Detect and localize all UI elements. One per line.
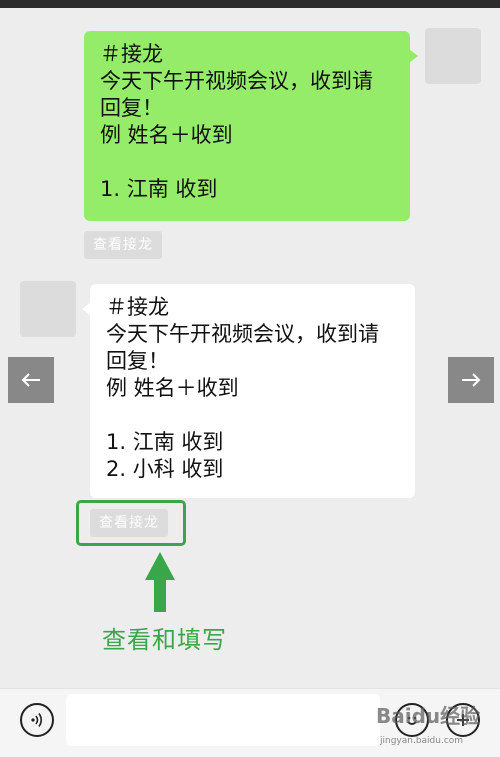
arrow-up-icon xyxy=(145,552,175,580)
sender-avatar[interactable] xyxy=(425,28,481,84)
voice-icon xyxy=(31,713,43,727)
callout-label: 查看和填写 xyxy=(102,626,227,654)
highlight-box xyxy=(76,500,186,546)
message-line: ＃接龙 xyxy=(106,295,169,319)
next-image-button[interactable] xyxy=(448,357,494,403)
message-input[interactable] xyxy=(66,694,380,746)
watermark-logo: Baidu经验 xyxy=(376,704,481,728)
message-line: 今天下午开视频会议，收到请 xyxy=(100,69,373,93)
contact-avatar[interactable] xyxy=(20,281,76,337)
message-line: 2. 小科 收到 xyxy=(106,457,224,481)
message-line: 1. 江南 收到 xyxy=(106,430,224,454)
arrow-right-icon xyxy=(462,373,481,387)
message-line: 例 姓名＋收到 xyxy=(106,376,239,400)
message-line: 回复！ xyxy=(106,349,169,373)
received-message-bubble[interactable]: ＃接龙 今天下午开视频会议，收到请 回复！ 例 姓名＋收到 1. 江南 收到 2… xyxy=(82,284,415,498)
prev-image-button[interactable] xyxy=(8,357,54,403)
top-strip xyxy=(0,0,500,8)
message-line: 回复！ xyxy=(100,96,163,120)
voice-button[interactable] xyxy=(20,703,54,737)
arrow-left-icon xyxy=(21,373,40,387)
view-solitaire-button[interactable]: 查看接龙 xyxy=(84,231,162,259)
message-line: ＃接龙 xyxy=(100,42,163,66)
message-line: 今天下午开视频会议，收到请 xyxy=(106,322,379,346)
arrow-shaft xyxy=(154,578,166,612)
message-line xyxy=(106,402,399,429)
message-line xyxy=(100,149,394,176)
message-line: 1. 江南 收到 xyxy=(100,177,218,201)
message-line: 例 姓名＋收到 xyxy=(100,123,233,147)
sent-message-bubble[interactable]: ＃接龙 今天下午开视频会议，收到请 回复！ 例 姓名＋收到 1. 江南 收到 xyxy=(84,31,418,221)
watermark-url: jingyan.baidu.com xyxy=(380,736,464,746)
